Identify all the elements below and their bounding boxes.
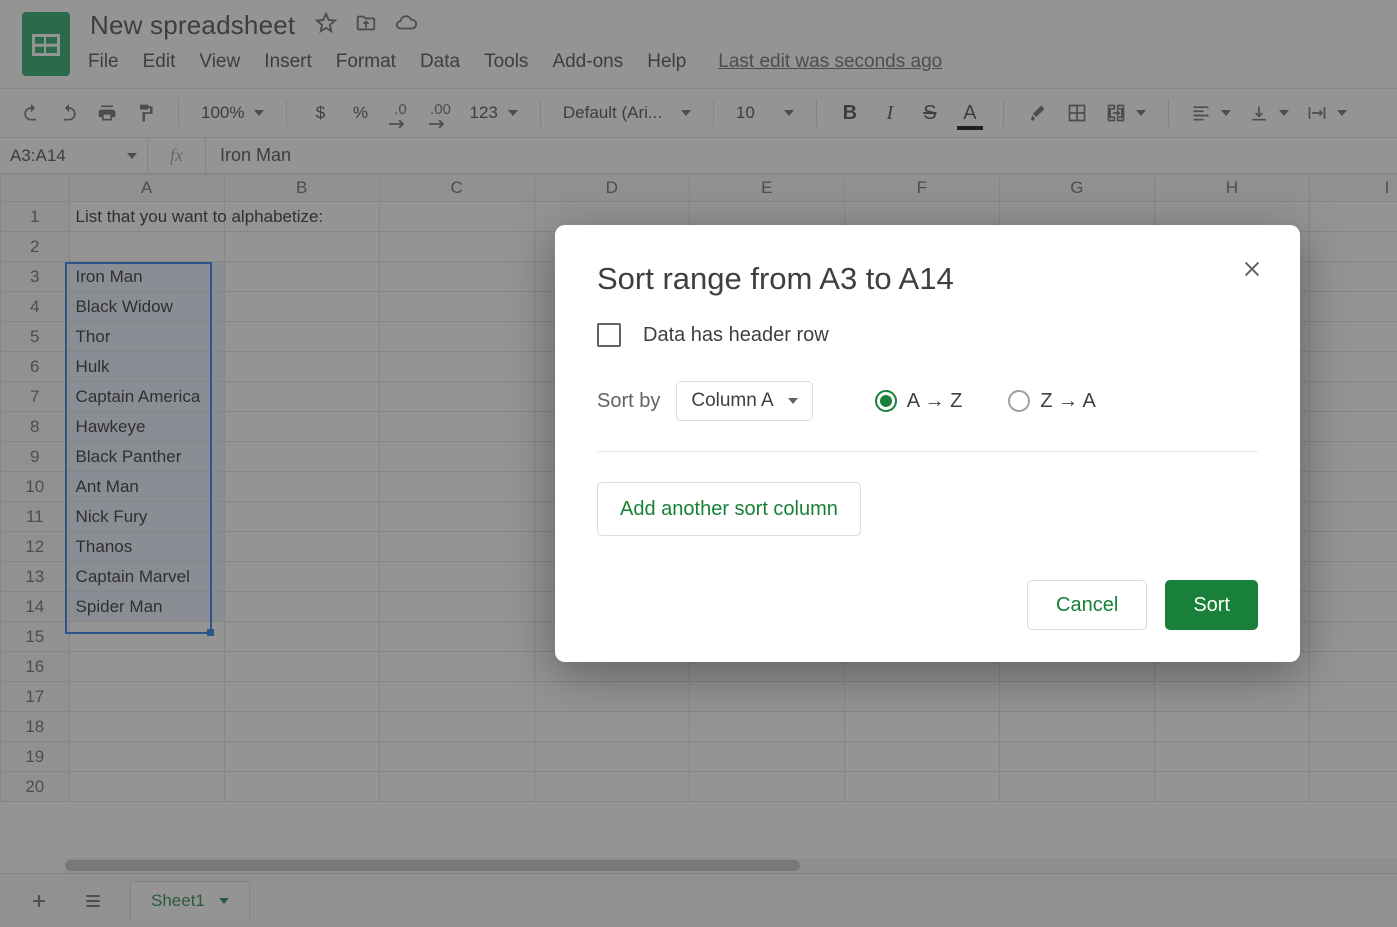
close-button[interactable]: [1238, 255, 1266, 283]
sort-column-dropdown[interactable]: Column A: [676, 381, 812, 421]
sort-az-label: A → Z: [907, 390, 963, 413]
sort-za-label: Z → A: [1040, 390, 1096, 413]
chevron-down-icon: [788, 398, 798, 404]
radio-icon: [875, 390, 897, 412]
sort-az-radio[interactable]: A → Z: [875, 390, 963, 413]
sort-button[interactable]: Sort: [1165, 580, 1258, 630]
dialog-title: Sort range from A3 to A14: [597, 261, 1258, 297]
cancel-button[interactable]: Cancel: [1027, 580, 1147, 630]
radio-icon: [1008, 390, 1030, 412]
header-row-checkbox-label: Data has header row: [643, 324, 829, 347]
sort-za-radio[interactable]: Z → A: [1008, 390, 1096, 413]
close-icon: [1241, 258, 1263, 280]
sort-by-label: Sort by: [597, 390, 660, 413]
add-sort-column-button[interactable]: Add another sort column: [597, 482, 861, 536]
header-row-checkbox[interactable]: [597, 323, 621, 347]
sort-column-value: Column A: [691, 390, 773, 412]
sort-range-dialog: Sort range from A3 to A14 Data has heade…: [555, 225, 1300, 662]
